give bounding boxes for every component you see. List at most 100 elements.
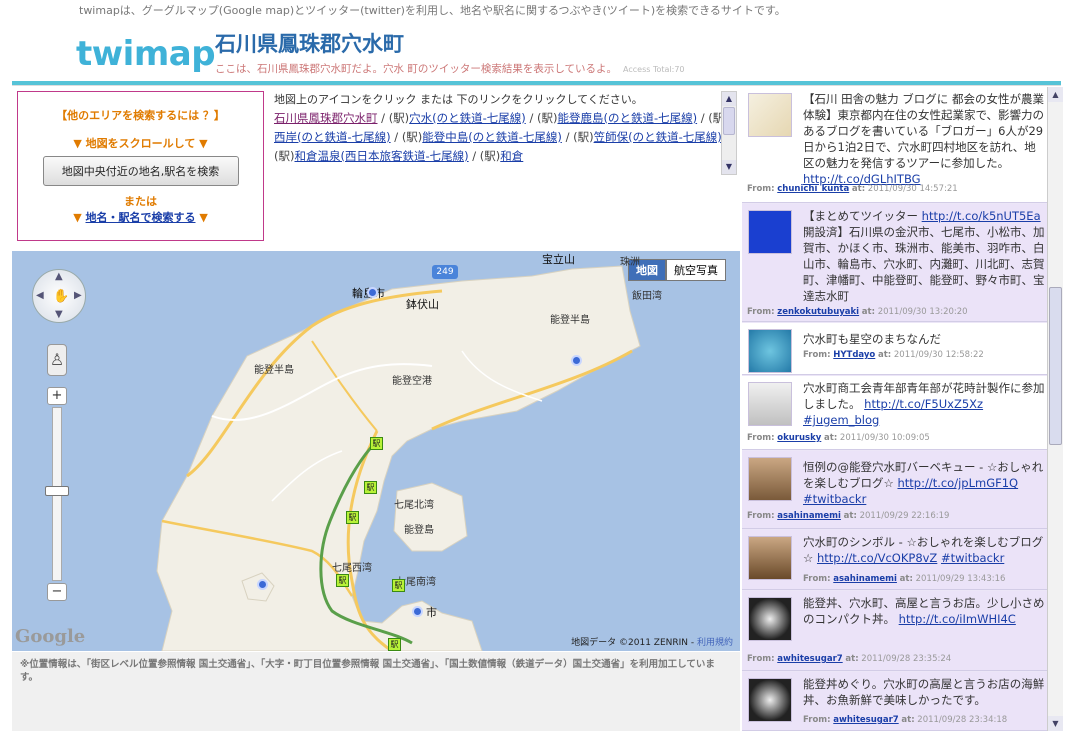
tweet-link[interactable]: http://t.co/F5UxZ5Xz bbox=[864, 397, 983, 411]
location-pin[interactable] bbox=[571, 355, 582, 366]
at-label: at: bbox=[851, 184, 866, 194]
zoom-slider-thumb[interactable] bbox=[45, 486, 69, 496]
tweet-item: 恒例の@能登穴水町バーベキュー - ☆おしゃれを楽しむブログ☆ http://t… bbox=[742, 451, 1047, 529]
tweet-hashtag[interactable]: #jugem_blog bbox=[803, 413, 879, 427]
tweet-user[interactable]: okurusky bbox=[777, 433, 821, 443]
from-label: From: bbox=[747, 654, 775, 664]
link-station-nishigishi[interactable]: 西岸(のと鉄道-七尾線) bbox=[274, 130, 391, 144]
tweet-text: 能登丼めぐり。穴水町の高屋と言うお店の海鮮丼、お魚新鮮で美味しかったです。 bbox=[803, 676, 1047, 708]
map-copyright: 地図データ ©2011 ZENRIN - 利用規約 bbox=[571, 635, 733, 648]
tweet-user[interactable]: awhitesugar7 bbox=[777, 654, 842, 664]
place-noto-airport: 能登空港 bbox=[392, 376, 432, 387]
tweet-link[interactable]: http://t.co/jpLmGF1Q bbox=[897, 476, 1018, 490]
tweet-user[interactable]: zenkokutubuyaki bbox=[777, 307, 859, 317]
tweet-body: 穴水町も星空のまちなんだ bbox=[803, 332, 941, 346]
scroll-up-icon[interactable]: ▲ bbox=[722, 92, 736, 106]
name-search-link[interactable]: 地名・駅名で検索する bbox=[86, 211, 196, 224]
avatar[interactable] bbox=[748, 93, 792, 137]
place-shi: 市 bbox=[426, 606, 437, 619]
tweets-scrollbar[interactable]: ▲ ▼ bbox=[1047, 87, 1063, 731]
avatar[interactable] bbox=[748, 329, 792, 373]
tweet-item: 【石川 田舎の魅力 ブログに 都会の女性が農業体験】東京都内在住の女性起業家で、… bbox=[742, 87, 1047, 203]
tweet-user[interactable]: asahinamemi bbox=[833, 574, 897, 584]
street-view-pegman-icon[interactable]: ♙ bbox=[47, 344, 67, 376]
avatar[interactable] bbox=[748, 678, 792, 722]
tweet-time: 2011/09/28 23:35:24 bbox=[861, 654, 952, 664]
tweet-hashtag[interactable]: #twitbackr bbox=[803, 492, 866, 506]
tweet-meta: From: awhitesugar7 at: 2011/09/28 23:35:… bbox=[747, 654, 951, 664]
station-marker-icon[interactable]: 駅 bbox=[336, 574, 349, 587]
tweet-item: 穴水町のシンボル - ☆おしゃれを楽しむブログ☆ http://t.co/VcO… bbox=[742, 530, 1047, 590]
tweet-text: 恒例の@能登穴水町バーベキュー - ☆おしゃれを楽しむブログ☆ http://t… bbox=[803, 459, 1047, 507]
scroll-up-icon[interactable]: ▲ bbox=[1048, 87, 1063, 102]
avatar[interactable] bbox=[748, 382, 792, 426]
google-map[interactable]: 地図 航空写真 ▲ ◀ ▶ ▼ ✋ ♙ + − 249 輪島市 鉢伏山 宝立山 … bbox=[12, 251, 740, 651]
separator: / bbox=[390, 130, 402, 144]
tweet-user[interactable]: asahinamemi bbox=[777, 511, 841, 521]
tweet-meta: From: asahinamemi at: 2011/09/29 13:43:1… bbox=[803, 574, 1005, 584]
tweet-item: 穴水町も星空のまちなんだ From: HYTdayo at: 2011/09/3… bbox=[742, 323, 1047, 375]
station-marker-icon[interactable]: 駅 bbox=[364, 481, 377, 494]
avatar[interactable] bbox=[748, 536, 792, 580]
search-map-center-button[interactable]: 地図中央付近の地名,駅名を検索 bbox=[42, 156, 239, 186]
tweet-body-continued: 開設済】石川県の金沢市、七尾市、小松市、加賀市、かほく市、珠洲市、能美市、羽咋市… bbox=[803, 225, 1045, 303]
location-pin[interactable] bbox=[257, 579, 268, 590]
scroll-down-icon[interactable]: ▼ bbox=[722, 160, 736, 174]
station-links-list: 石川県鳳珠郡穴水町 / (駅)穴水(のと鉄道-七尾線) / (駅)能登鹿島(のと… bbox=[274, 109, 737, 166]
scrollbar-thumb[interactable] bbox=[1049, 287, 1062, 445]
tweet-meta: From: zenkokutubuyaki at: 2011/09/30 13:… bbox=[747, 307, 968, 317]
station-marker-icon[interactable]: 駅 bbox=[370, 437, 383, 450]
pan-control[interactable]: ▲ ◀ ▶ ▼ ✋ bbox=[32, 269, 86, 323]
tweet-link[interactable]: http://t.co/VcOKP8vZ bbox=[817, 551, 937, 565]
tweet-user[interactable]: HYTdayo bbox=[833, 350, 875, 360]
links-intro: 地図上のアイコンをクリック または 下のリンクをクリックしてください。 bbox=[274, 93, 643, 106]
tweet-meta: From: awhitesugar7 at: 2011/09/28 23:34:… bbox=[803, 715, 1007, 725]
separator: / bbox=[468, 149, 480, 163]
zoom-out-button[interactable]: − bbox=[47, 583, 67, 601]
place-noto-hanto-right: 能登半島 bbox=[550, 315, 590, 326]
tweet-meta: From: asahinamemi at: 2011/09/29 22:16:1… bbox=[747, 511, 949, 521]
location-pin[interactable] bbox=[367, 287, 378, 298]
site-description: twimapは、グーグルマップ(Google map)とツイッター(twitte… bbox=[79, 4, 786, 17]
pan-down-icon[interactable]: ▼ bbox=[55, 309, 63, 320]
place-noto-hanto-left: 能登半島 bbox=[254, 365, 294, 376]
map-type-satellite-button[interactable]: 航空写真 bbox=[666, 259, 726, 281]
tweet-link[interactable]: http://t.co/iImWHI4C bbox=[899, 612, 1016, 626]
avatar[interactable] bbox=[748, 597, 792, 641]
links-scrollbar[interactable]: ▲ ▼ bbox=[721, 91, 737, 175]
page-title: 石川県鳳珠郡穴水町 bbox=[215, 31, 404, 56]
tweet-body: 【まとめてツイッター bbox=[803, 209, 918, 223]
station-marker-icon[interactable]: 駅 bbox=[388, 638, 401, 651]
link-station-wakuraonsen[interactable]: 和倉温泉(西日本旅客鉄道-七尾線) bbox=[294, 149, 468, 163]
tweet-link[interactable]: http://t.co/k5nUT5Ea bbox=[922, 209, 1041, 223]
separator: / bbox=[377, 111, 389, 125]
avatar[interactable] bbox=[748, 210, 792, 254]
tweet-time: 2011/09/30 12:58:22 bbox=[893, 350, 984, 360]
subtitle-text: ここは、石川県鳳珠郡穴水町だよ。穴水 町のツイッター検索結果を表示しているよ。 bbox=[215, 63, 618, 75]
scroll-down-icon[interactable]: ▼ bbox=[1048, 716, 1063, 731]
pan-right-icon[interactable]: ▶ bbox=[74, 290, 82, 301]
zoom-in-button[interactable]: + bbox=[47, 387, 67, 405]
link-station-wakura[interactable]: 和倉 bbox=[500, 149, 523, 163]
pan-left-icon[interactable]: ◀ bbox=[36, 290, 44, 301]
pan-up-icon[interactable]: ▲ bbox=[55, 271, 63, 282]
link-station-kasashiho[interactable]: 笠師保(のと鉄道-七尾線) bbox=[594, 130, 722, 144]
terms-link[interactable]: 利用規約 bbox=[697, 638, 733, 648]
link-town[interactable]: 石川県鳳珠郡穴水町 bbox=[274, 111, 378, 125]
name-search-row: ▼ 地名・駅名で検索する ▼ bbox=[18, 209, 263, 225]
scrollbar-thumb[interactable] bbox=[723, 107, 735, 135]
tweet-user[interactable]: chunichi_kunta bbox=[777, 184, 849, 194]
link-station-anamizu[interactable]: 穴水(のと鉄道-七尾線) bbox=[409, 111, 526, 125]
tweet-user[interactable]: awhitesugar7 bbox=[833, 715, 898, 725]
station-marker-icon[interactable]: 駅 bbox=[392, 579, 405, 592]
location-pin[interactable] bbox=[412, 606, 423, 617]
tweet-hashtag[interactable]: #twitbackr bbox=[941, 551, 1004, 565]
link-station-notokashima[interactable]: 能登鹿島(のと鉄道-七尾線) bbox=[557, 111, 697, 125]
avatar[interactable] bbox=[748, 457, 792, 501]
link-station-notonakajima[interactable]: 能登中島(のと鉄道-七尾線) bbox=[422, 130, 562, 144]
separator: / bbox=[561, 130, 574, 144]
station-prefix: (駅) bbox=[573, 130, 594, 144]
twimap-logo[interactable]: twimap bbox=[76, 34, 216, 74]
station-marker-icon[interactable]: 駅 bbox=[346, 511, 359, 524]
arrow-icon: ▼ bbox=[73, 211, 82, 224]
